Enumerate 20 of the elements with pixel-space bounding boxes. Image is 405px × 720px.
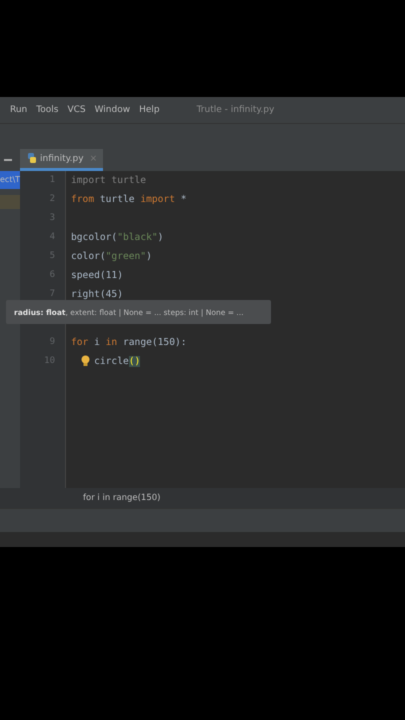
- python-file-icon: [27, 153, 37, 164]
- code-line: color("green"): [71, 251, 152, 262]
- code-line: bgcolor("black"): [71, 232, 164, 243]
- code-line: circle(): [93, 356, 140, 367]
- menu-item[interactable]: Window: [94, 105, 130, 115]
- file-tab[interactable]: infinity.py ×: [20, 149, 104, 171]
- code-line: right(45): [71, 289, 123, 300]
- lightbulb-icon[interactable]: [81, 355, 90, 367]
- code-line: speed(11): [71, 270, 123, 281]
- code-line: from turtle import *: [71, 194, 187, 205]
- project-path[interactable]: ect\T: [0, 171, 20, 189]
- menu-item[interactable]: Help: [139, 105, 160, 115]
- code-line: for i in range(150):: [71, 337, 187, 348]
- breadcrumb-item[interactable]: for i in range(150): [83, 493, 160, 503]
- selected-row[interactable]: [0, 195, 20, 209]
- code-line: import turtle: [71, 175, 146, 186]
- window-title: Trutle - infinity.py: [196, 105, 274, 115]
- menu-item[interactable]: VCS: [67, 105, 86, 115]
- menu-item[interactable]: Run: [10, 105, 28, 115]
- menu-item[interactable]: Tools: [36, 105, 58, 115]
